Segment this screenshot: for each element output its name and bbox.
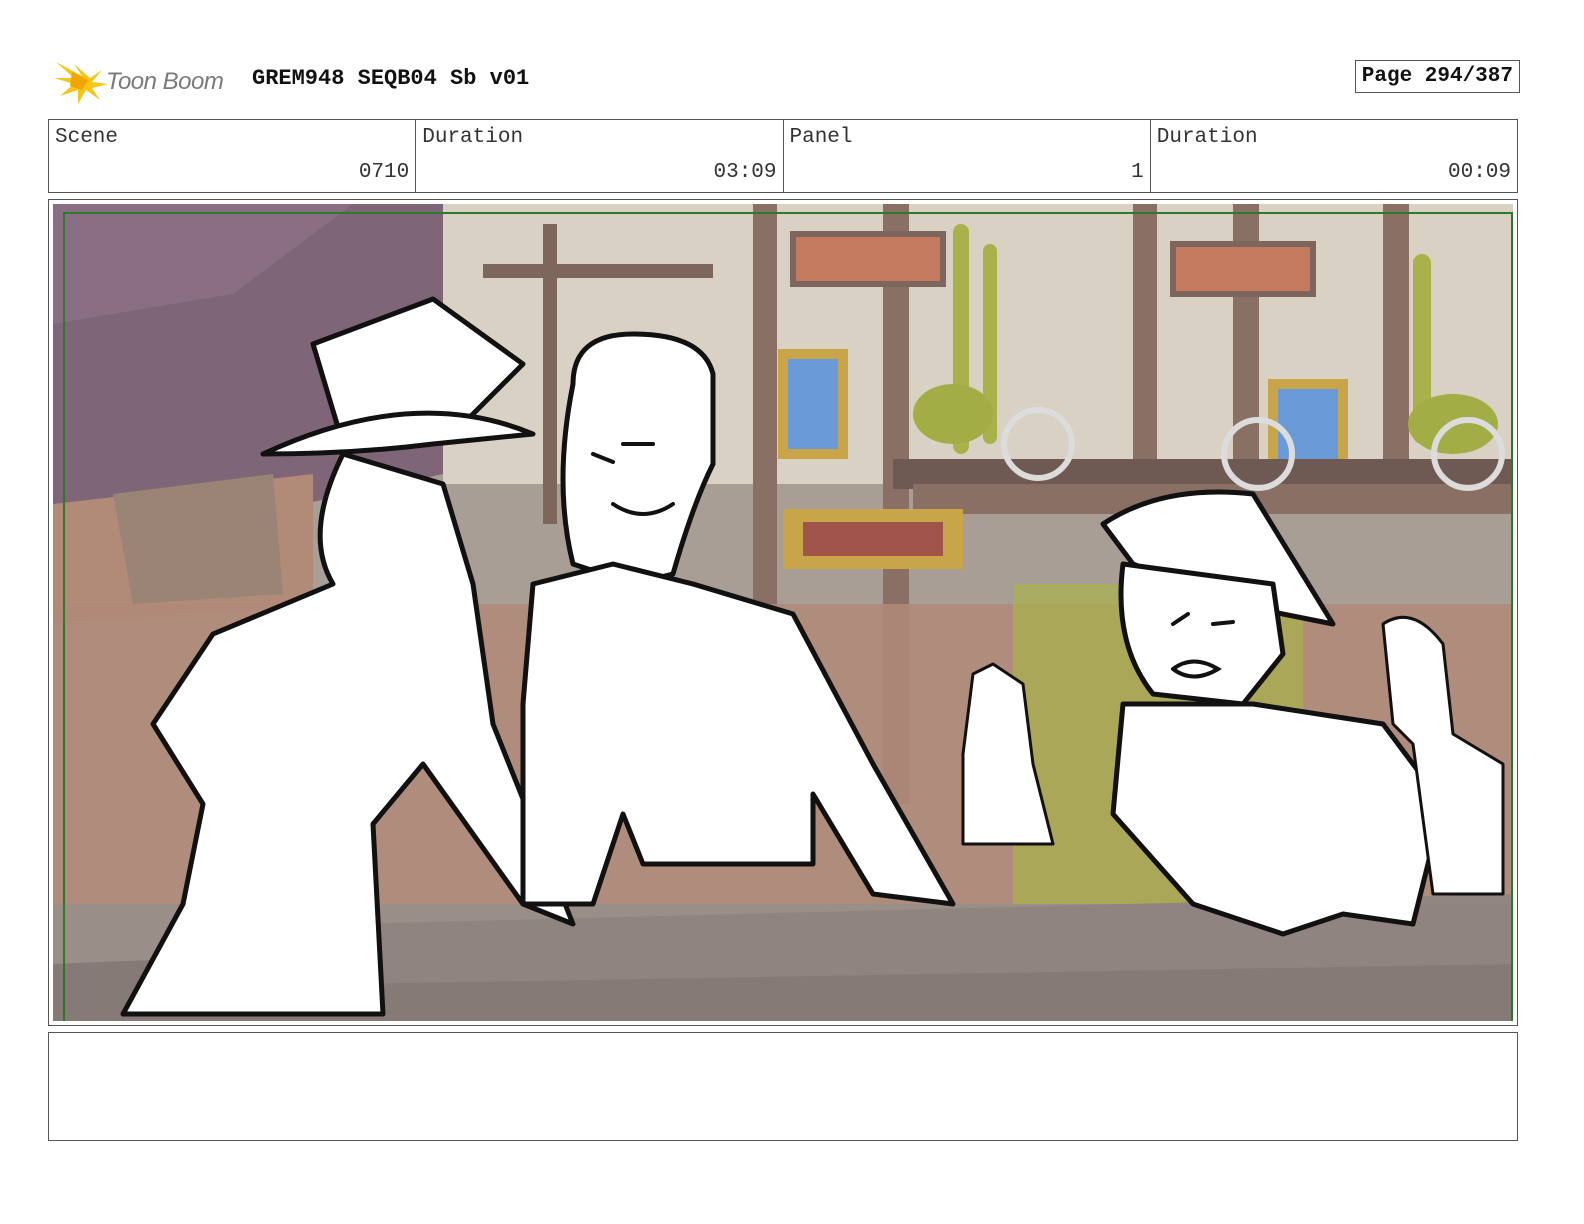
scene-cell: Scene 0710 <box>49 120 417 192</box>
panel-info-table: Scene 0710 Duration 03:09 Panel 1 Durati… <box>48 119 1518 193</box>
page-header: Toon Boom GREM948 SEQB04 Sb v01 Page 294… <box>48 52 1520 108</box>
safe-area-frame <box>63 212 1513 1021</box>
scene-duration-cell: Duration 03:09 <box>416 120 784 192</box>
document-title: GREM948 SEQB04 Sb v01 <box>252 66 530 91</box>
storyboard-panel-frame <box>48 199 1518 1026</box>
starburst-icon <box>54 62 108 104</box>
toon-boom-logo: Toon Boom <box>52 56 242 106</box>
scene-duration-label: Duration <box>422 126 524 149</box>
storyboard-artwork <box>53 204 1513 1021</box>
panel-value: 1 <box>1131 161 1144 184</box>
scene-value: 0710 <box>358 161 410 184</box>
panel-cell: Panel 1 <box>784 120 1151 192</box>
logo-text: Toon Boom <box>106 68 224 95</box>
panel-duration-cell: Duration 00:09 <box>1151 120 1517 192</box>
panel-label: Panel <box>789 126 853 149</box>
panel-duration-label: Duration <box>1156 126 1258 149</box>
panel-notes-box <box>48 1032 1518 1141</box>
scene-label: Scene <box>55 126 119 149</box>
scene-duration-value: 03:09 <box>713 161 777 184</box>
panel-duration-value: 00:09 <box>1447 161 1511 184</box>
page-number: Page 294/387 <box>1354 60 1520 93</box>
